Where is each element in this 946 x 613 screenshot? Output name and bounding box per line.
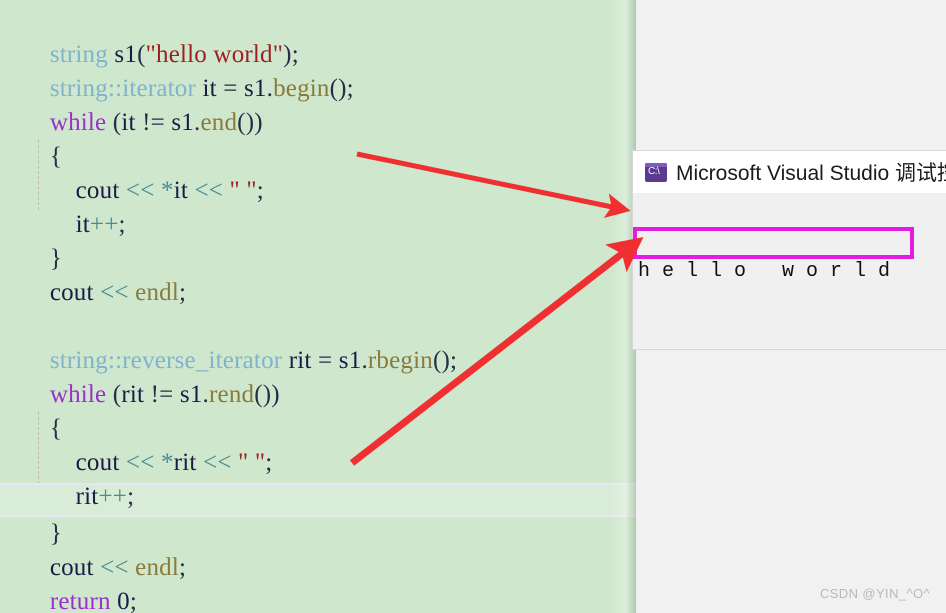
code-line[interactable]: while (it != s1.end()) bbox=[0, 72, 636, 136]
cmd-prompt-icon-glyph: C:\ bbox=[648, 165, 660, 177]
code-line[interactable]: string::iterator it = s1.begin(); bbox=[0, 38, 636, 102]
console-output-area[interactable]: h e l l o w o r l d d l r o w o l l e h … bbox=[633, 193, 946, 349]
console-window-title: Microsoft Visual Studio 调试控制制 bbox=[676, 162, 946, 185]
cmd-prompt-icon: C:\ bbox=[645, 162, 667, 182]
code-line[interactable]: while (rit != s1.rend()) bbox=[0, 344, 636, 408]
code-line[interactable]: rit++; bbox=[0, 446, 636, 510]
code-line[interactable]: } bbox=[0, 208, 636, 272]
console-titlebar[interactable]: C:\ Microsoft Visual Studio 调试控制制 bbox=[633, 151, 946, 193]
code-line[interactable]: cout << endl; bbox=[0, 242, 636, 306]
console-output-reverse: d l r o w o l l e h bbox=[635, 347, 946, 349]
code-editor-pane[interactable]: string s1("hello world");string s1("hell… bbox=[0, 0, 636, 613]
watermark: CSDN @YIN_^O^ bbox=[819, 586, 930, 601]
code-line[interactable]: { bbox=[0, 378, 636, 442]
code-line[interactable]: return 0; bbox=[0, 551, 636, 613]
code-line[interactable]: string s1("hello world");string s1("hell… bbox=[0, 4, 636, 68]
code-token: 0 bbox=[117, 588, 130, 613]
debug-console-window[interactable]: C:\ Microsoft Visual Studio 调试控制制 h e l … bbox=[632, 150, 946, 350]
code-line[interactable]: string::reverse_iterator rit = s1.rbegin… bbox=[0, 310, 636, 374]
code-line[interactable]: it++; bbox=[0, 174, 636, 238]
code-line-current[interactable]: } bbox=[0, 483, 636, 547]
code-line[interactable]: cout << *rit << " "; bbox=[0, 412, 636, 476]
code-line[interactable]: { bbox=[0, 106, 636, 170]
code-line[interactable]: cout << endl; bbox=[0, 517, 636, 581]
console-output-forward: h e l l o w o r l d bbox=[638, 260, 891, 283]
code-line[interactable]: cout << *it << " "; bbox=[0, 140, 636, 204]
code-line-blank[interactable] bbox=[0, 276, 636, 310]
code-token: return bbox=[49, 588, 111, 613]
